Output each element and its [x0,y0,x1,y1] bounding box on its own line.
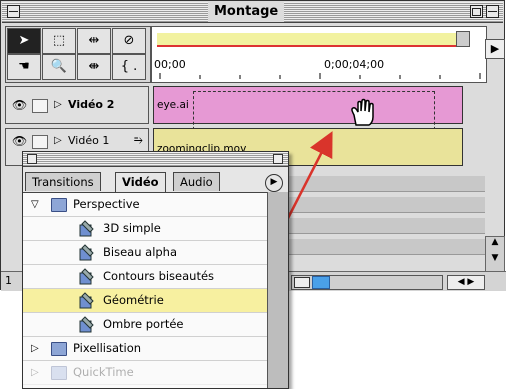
palette-title-bar[interactable] [23,152,288,167]
effect-icon [79,268,94,285]
list-item[interactable]: Biseau alpha [23,241,267,265]
list-item-selected[interactable]: Géométrie [23,289,267,313]
tab-audio[interactable]: Audio [173,172,220,191]
effect-icon [79,316,94,333]
disclosure-triangle-icon[interactable]: ▽ [31,193,39,216]
palette-scrollbar[interactable] [267,192,288,388]
palette-menu-icon[interactable]: ▶ [265,174,283,192]
palette-close-box[interactable] [27,154,37,164]
folder-icon [51,366,67,380]
list-item[interactable]: ▷ Pixellisation [23,337,267,361]
effect-icon [79,244,94,261]
effect-icon [79,292,94,309]
list-item[interactable]: Contours biseautés [23,265,267,289]
palette-tabs: Transitions Vidéo Audio [23,172,288,192]
folder-icon [51,198,67,212]
effects-palette: Transitions Vidéo Audio ▶ ▽ Perspective … [22,151,289,389]
tab-transitions[interactable]: Transitions [25,172,101,191]
palette-collapse-box[interactable] [273,154,283,164]
disclosure-triangle-icon[interactable]: ▷ [31,337,39,360]
folder-icon [51,342,67,356]
list-item[interactable]: ▷ QuickTime [23,361,267,385]
effects-list: ▽ Perspective 3D simple Biseau alpha Con… [23,192,267,388]
list-item[interactable]: 3D simple [23,217,267,241]
tab-video[interactable]: Vidéo [115,172,166,192]
list-item[interactable]: ▽ Perspective [23,193,267,217]
disclosure-triangle-icon[interactable]: ▷ [31,361,39,384]
list-item[interactable]: Ombre portée [23,313,267,337]
effect-icon [79,220,94,237]
